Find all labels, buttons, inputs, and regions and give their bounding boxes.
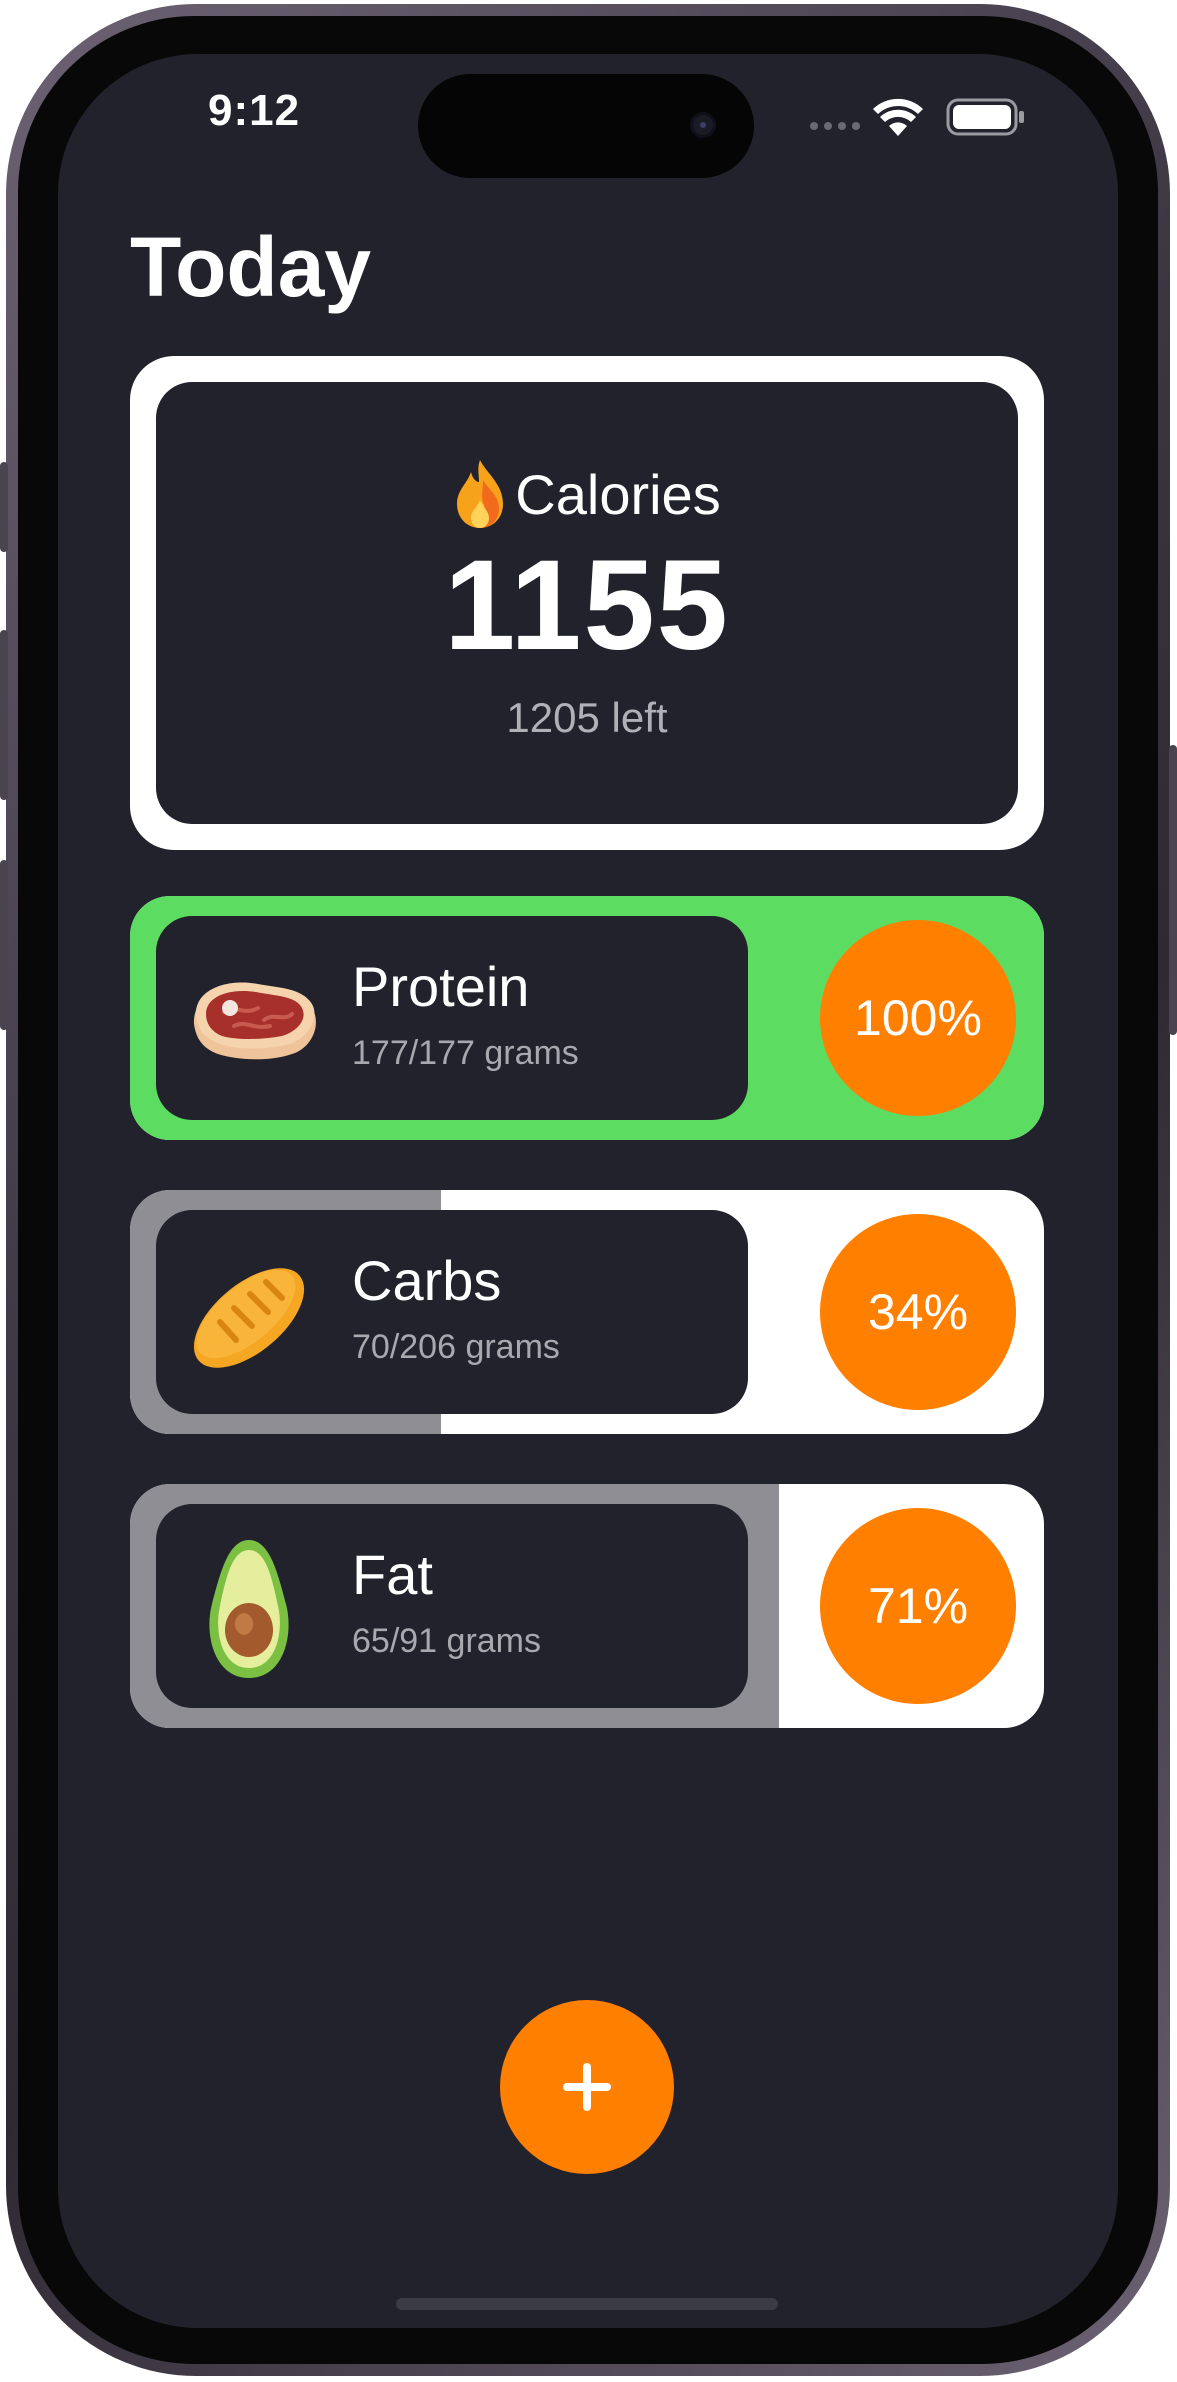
home-indicator[interactable] xyxy=(396,2298,778,2310)
wifi-icon xyxy=(873,98,923,136)
macro-card-carbs[interactable]: Carbs 70/206 grams 34% xyxy=(130,1190,1044,1434)
macro-card-fat[interactable]: Fat 65/91 grams 71% xyxy=(130,1484,1044,1728)
macro-amount: 177/177 grams xyxy=(352,1034,579,1072)
macro-amount: 65/91 grams xyxy=(352,1622,541,1660)
battery-icon xyxy=(946,98,1024,136)
macro-card-inner: Protein 177/177 grams xyxy=(156,916,748,1120)
volume-down-button xyxy=(0,860,8,1030)
phone-device: 9:12 Today Calories 1155 1205 left Prote… xyxy=(0,0,1177,2382)
macro-percent-badge: 71% xyxy=(820,1508,1016,1704)
app-screen: 9:12 Today Calories 1155 1205 left Prote… xyxy=(58,54,1118,2328)
status-time: 9:12 xyxy=(208,86,301,135)
flame-icon xyxy=(457,460,504,528)
action-button xyxy=(0,462,8,552)
page-title: Today xyxy=(130,220,372,314)
macro-card-inner: Fat 65/91 grams xyxy=(156,1504,748,1708)
calories-value: 1155 xyxy=(444,534,730,677)
bread-icon xyxy=(193,1268,305,1368)
macro-name: Protein xyxy=(352,955,530,1018)
power-button xyxy=(1169,745,1177,1035)
plus-icon xyxy=(563,2063,611,2111)
macro-name: Fat xyxy=(352,1543,433,1606)
calories-left: 1205 left xyxy=(506,694,668,741)
calories-card-inner: Calories 1155 1205 left xyxy=(156,382,1018,824)
dynamic-island xyxy=(418,74,754,178)
avocado-icon xyxy=(209,1540,289,1678)
add-button[interactable] xyxy=(500,2000,674,2174)
camera-icon xyxy=(690,112,716,138)
macro-name: Carbs xyxy=(352,1249,502,1312)
macro-percent-badge: 34% xyxy=(820,1214,1016,1410)
steak-icon xyxy=(193,982,316,1060)
macro-amount: 70/206 grams xyxy=(352,1328,560,1366)
macro-card-inner: Carbs 70/206 grams xyxy=(156,1210,748,1414)
calories-header: Calories xyxy=(156,458,1018,530)
calories-title: Calories xyxy=(515,462,721,526)
volume-up-button xyxy=(0,630,8,800)
macro-card-protein[interactable]: Protein 177/177 grams 100% xyxy=(130,896,1044,1140)
signal-dots-icon xyxy=(810,122,860,130)
macro-percent-badge: 100% xyxy=(820,920,1016,1116)
calories-card: Calories 1155 1205 left xyxy=(130,356,1044,850)
